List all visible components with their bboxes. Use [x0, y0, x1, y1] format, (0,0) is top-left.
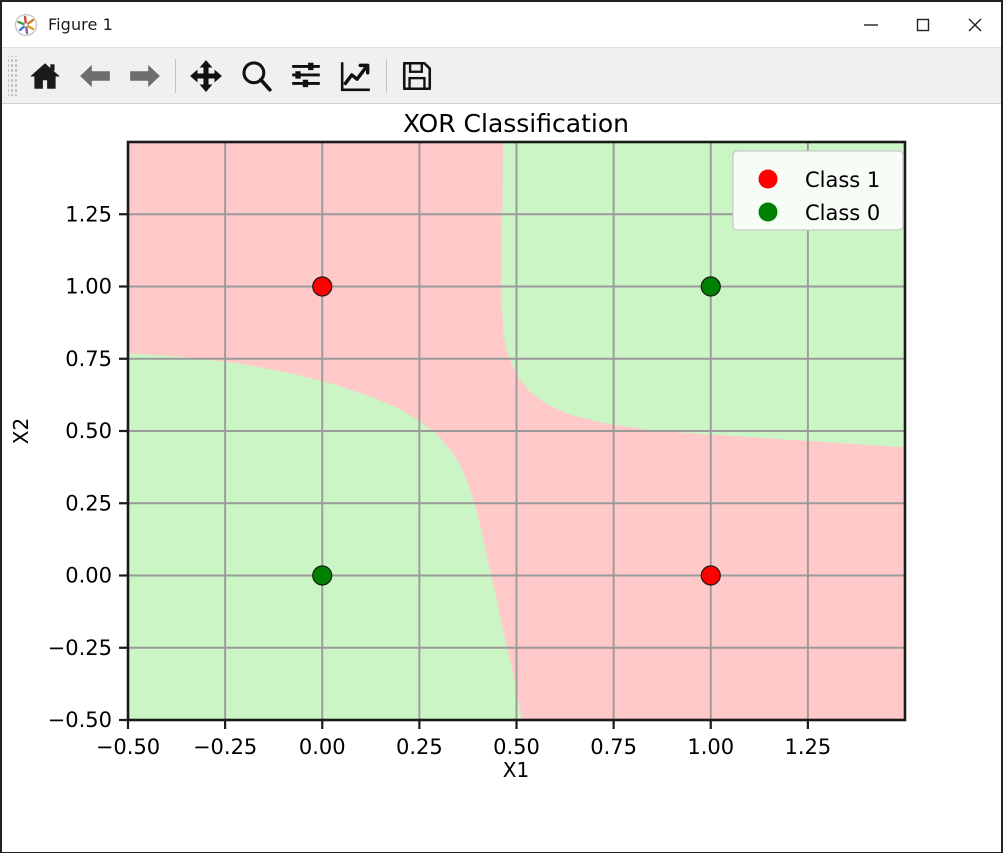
window-controls: [845, 2, 1001, 47]
data-point-marker: [312, 565, 333, 586]
data-point-marker: [312, 276, 333, 297]
arrow-left-icon: [80, 64, 110, 87]
home-button[interactable]: [20, 53, 70, 99]
x-tick-label: 0.75: [590, 735, 637, 759]
data-point-marker: [700, 276, 721, 297]
y-tick-label: 0.75: [65, 347, 112, 371]
chart-line-icon: [340, 61, 370, 91]
x-tick-label: 0.25: [396, 735, 443, 759]
window-title: Figure 1: [48, 15, 113, 34]
x-tick-label: 0.00: [299, 735, 346, 759]
y-tick-label: 0.50: [65, 419, 112, 443]
home-icon: [30, 62, 60, 89]
legend-label: Class 1: [805, 168, 880, 192]
y-tick-label: 1.00: [65, 275, 112, 299]
maximize-icon: [916, 18, 930, 31]
minimize-button[interactable]: [845, 2, 897, 47]
move-arrows-icon: [190, 59, 222, 92]
title-bar: Figure 1: [2, 2, 1001, 48]
close-button[interactable]: [949, 2, 1001, 47]
matplotlib-logo-icon: [14, 13, 38, 37]
y-tick-label: −0.50: [48, 708, 112, 732]
legend-marker: [758, 202, 778, 222]
figure-canvas[interactable]: XOR Classification −0.50 −0.25 0.00 0.25 0.5…: [2, 104, 1001, 852]
legend-label: Class 0: [805, 201, 880, 225]
matplotlib-axes[interactable]: XOR Classification −0.50 −0.25 0.00 0.25 0.5…: [2, 104, 1001, 852]
toolbar-separator: [175, 58, 176, 93]
y-axis-label: X2: [9, 418, 33, 444]
y-tick-label: 0.00: [65, 564, 112, 588]
magnifier-icon: [242, 60, 272, 92]
toolbar-separator-2: [386, 58, 387, 93]
edit-axis-button[interactable]: [331, 53, 381, 99]
arrow-right-icon: [130, 64, 160, 87]
x-tick-label: 1.00: [687, 735, 734, 759]
configure-subplots-button[interactable]: [281, 53, 331, 99]
x-tick-label: 1.25: [784, 735, 831, 759]
close-icon: [968, 18, 982, 31]
toolbar-drag-handle[interactable]: [8, 55, 18, 96]
navigation-toolbar: [2, 48, 1001, 104]
plot-title: XOR Classification: [403, 109, 629, 138]
forward-button[interactable]: [120, 53, 170, 99]
floppy-disk-icon: [402, 61, 432, 90]
minimize-icon: [864, 23, 878, 26]
y-tick-label: −0.25: [48, 636, 112, 660]
maximize-button[interactable]: [897, 2, 949, 47]
y-tick-label: 0.25: [65, 491, 112, 515]
data-point-marker: [700, 565, 721, 586]
legend-marker: [758, 169, 778, 189]
x-tick-label: 0.50: [493, 735, 540, 759]
y-tick-label: 1.25: [65, 202, 112, 226]
x-tick-label: −0.50: [96, 735, 160, 759]
sliders-icon: [292, 62, 320, 87]
back-button[interactable]: [70, 53, 120, 99]
save-button[interactable]: [392, 53, 442, 99]
x-tick-label: −0.25: [193, 735, 257, 759]
zoom-button[interactable]: [231, 53, 281, 99]
figure-window: Figure 1 XOR Classification −0.50 −0.25 …: [0, 0, 1003, 853]
x-axis-label: X1: [503, 758, 529, 782]
legend[interactable]: Class 1 Class 0: [732, 150, 904, 231]
pan-button[interactable]: [181, 53, 231, 99]
